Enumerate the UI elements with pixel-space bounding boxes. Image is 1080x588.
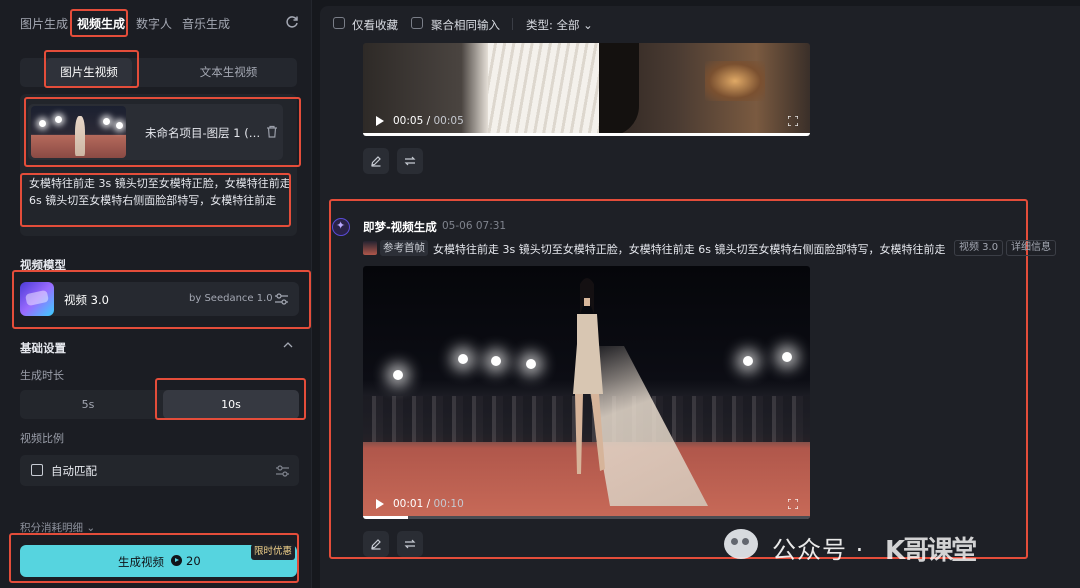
uploaded-image-thumbnail: [31, 106, 126, 158]
top-tabs: 图片生成 视频生成 数字人 音乐生成: [0, 0, 312, 48]
watermark-brand: K哥课堂: [885, 536, 977, 566]
credits-label: 积分消耗明细: [20, 522, 83, 534]
credits-detail-link[interactable]: 积分消耗明细 ⌄: [20, 520, 95, 535]
pencil-icon: [371, 156, 381, 167]
app-window: 图片生成 视频生成 数字人 音乐生成 图片生视频 文本生视频 未命名项目-图层 …: [0, 0, 1080, 588]
model-provider: by Seedance 1.0: [189, 293, 273, 304]
model-tag: 视频 3.0: [954, 240, 1004, 256]
mode-switch: 图片生视频 文本生视频: [20, 58, 297, 87]
message-date: 05-06 07:31: [442, 220, 507, 232]
regenerate-button[interactable]: [397, 148, 423, 174]
refresh-icon[interactable]: [284, 14, 300, 30]
watermark-text: 公众号 ·: [772, 536, 865, 564]
favorites-label: 仅看收藏: [352, 18, 398, 32]
play-icon[interactable]: [376, 499, 384, 509]
basic-settings-title: 基础设置: [20, 341, 66, 355]
model-name: 视频 3.0: [64, 293, 109, 307]
regenerate-button[interactable]: [397, 531, 423, 557]
video-time: 00:05 / 00:05: [393, 115, 464, 127]
video-controls: 00:05 / 00:05: [363, 106, 810, 136]
tab-music-generation[interactable]: 音乐生成: [182, 15, 230, 32]
chevron-up-icon[interactable]: [283, 341, 293, 349]
fullscreen-icon[interactable]: [788, 116, 798, 126]
wechat-icon: [724, 529, 758, 559]
ratio-label: 视频比例: [20, 432, 64, 445]
mode-image-to-video[interactable]: 图片生视频: [46, 58, 132, 87]
model-section-title: 视频模型: [20, 258, 66, 272]
type-filter-dropdown[interactable]: 类型: 全部 ⌄: [526, 17, 593, 33]
generate-cost: 20: [186, 554, 201, 568]
settings-sliders-icon[interactable]: [276, 465, 289, 477]
trash-icon[interactable]: [266, 125, 278, 138]
aggregate-checkbox[interactable]: [411, 17, 423, 29]
dreamina-avatar-icon: [332, 218, 350, 236]
filter-bar: 仅看收藏 聚合相同输入 类型: 全部 ⌄: [320, 6, 1080, 42]
duration-label: 生成时长: [20, 369, 64, 382]
uploaded-image-name: 未命名项目-图层 1 (…: [145, 126, 261, 140]
reference-tag: 参考首帧: [380, 240, 428, 256]
promo-badge: 限时优惠: [251, 544, 296, 560]
ratio-value: 自动匹配: [51, 464, 97, 478]
detail-info-link[interactable]: 详细信息: [1006, 240, 1056, 256]
message-title: 即梦-视频生成: [363, 220, 437, 234]
video-controls: 00:01 / 00:10: [363, 489, 810, 519]
divider: [512, 18, 513, 30]
image-prompt-box: 未命名项目-图层 1 (… 女模特往前走 3s 镜头切至女模特正脸，女模特往前走…: [20, 94, 297, 236]
mode-text-to-video[interactable]: 文本生视频: [176, 58, 281, 87]
aggregate-label: 聚合相同输入: [431, 18, 500, 32]
video-player-1[interactable]: 00:05 / 00:05: [363, 43, 810, 136]
tab-digital-human[interactable]: 数字人: [136, 15, 172, 32]
swap-icon: [404, 539, 416, 549]
credit-icon: [171, 555, 182, 566]
video-time: 00:01 / 00:10: [393, 498, 464, 510]
aspect-ratio-icon: [31, 464, 43, 476]
watermark: 公众号 · K哥课堂: [720, 525, 1080, 588]
duration-5s[interactable]: 5s: [20, 390, 156, 419]
results-panel: 仅看收藏 聚合相同输入 类型: 全部 ⌄ 00:05 / 00:05 ✦ 即梦-…: [320, 6, 1080, 588]
model-selector[interactable]: 视频 3.0 by Seedance 1.0: [20, 282, 299, 316]
message-prompt: 女模特往前走 3s 镜头切至女模特正脸，女模特往前走 6s 镜头切至女模特右侧面…: [433, 243, 946, 256]
type-filter-label: 类型: 全部: [526, 18, 580, 32]
duration-time: 00:05: [433, 115, 464, 127]
generate-label: 生成视频: [118, 555, 164, 569]
edit-button[interactable]: [363, 148, 389, 174]
duration-selector: 5s 10s: [20, 390, 299, 419]
current-time: 00:05: [393, 115, 424, 127]
settings-sliders-icon[interactable]: [275, 293, 288, 305]
fullscreen-icon[interactable]: [788, 499, 798, 509]
uploaded-image-item[interactable]: 未命名项目-图层 1 (…: [28, 104, 283, 160]
pencil-icon: [371, 539, 381, 550]
model-thumbnail-icon: [20, 282, 54, 316]
generate-video-button[interactable]: 生成视频 20 限时优惠: [20, 544, 297, 577]
swap-icon: [404, 156, 416, 166]
tab-video-generation[interactable]: 视频生成: [77, 15, 125, 32]
duration-10s[interactable]: 10s: [163, 390, 299, 419]
edit-button[interactable]: [363, 531, 389, 557]
play-icon[interactable]: [376, 116, 384, 126]
current-time: 00:01: [393, 498, 424, 510]
reference-thumbnail[interactable]: [363, 241, 377, 255]
duration-time: 00:10: [433, 498, 464, 510]
prompt-input[interactable]: 女模特往前走 3s 镜头切至女模特正脸，女模特往前走 6s 镜头切至女模特右侧面…: [29, 175, 291, 209]
left-panel: 图片生成 视频生成 数字人 音乐生成 图片生视频 文本生视频 未命名项目-图层 …: [0, 0, 312, 588]
video-progress[interactable]: [363, 516, 810, 519]
tab-image-generation[interactable]: 图片生成: [20, 15, 68, 32]
video-player-2[interactable]: 00:01 / 00:10: [363, 266, 810, 519]
video-progress[interactable]: [363, 133, 810, 136]
ratio-selector[interactable]: 自动匹配: [20, 455, 299, 486]
favorites-checkbox[interactable]: [333, 17, 345, 29]
